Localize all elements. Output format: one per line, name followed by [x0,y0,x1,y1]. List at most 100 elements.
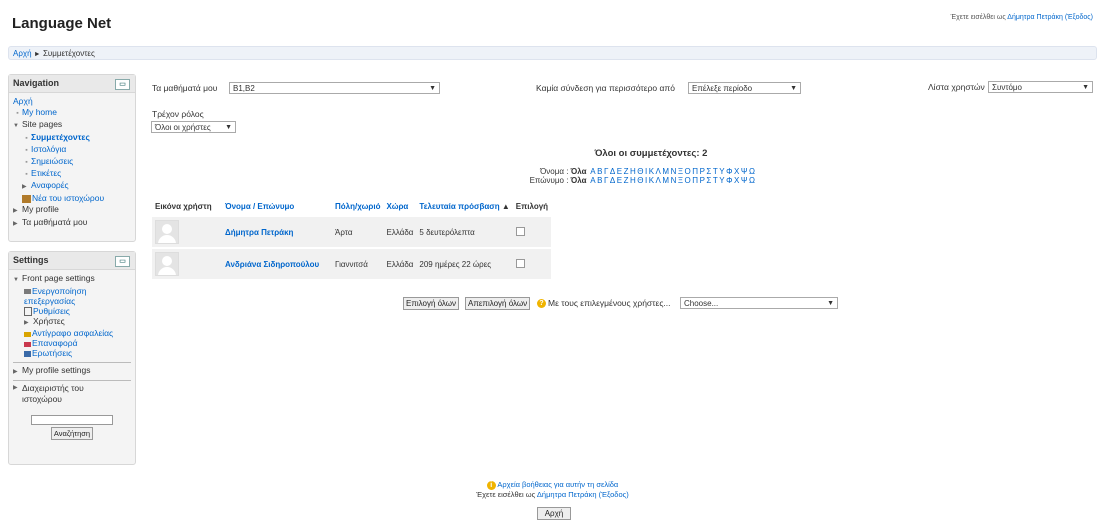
initial-letter-link[interactable]: Τ [713,176,718,185]
nav-my-home-link[interactable]: My home [22,107,57,117]
initial-letter-link[interactable]: Μ [662,167,669,176]
initial-letter-link[interactable]: Γ [604,176,608,185]
col-city[interactable]: Πόλη/χωριό [332,197,383,216]
expanded-arrow-icon[interactable]: ▼ [13,275,22,286]
nav-site-pages[interactable]: Site pages [22,119,62,129]
initial-letter-link[interactable]: Ζ [624,176,629,185]
initial-letter-link[interactable]: Ψ [741,176,748,185]
initial-letter-link[interactable]: Ν [671,176,677,185]
initial-letter-link[interactable]: Κ [649,176,654,185]
footer-logout-link[interactable]: (Έξοδος) [599,490,629,499]
nav-home-link[interactable]: Αρχή [13,96,33,106]
initial-letter-link[interactable]: Υ [719,176,724,185]
settings-link[interactable]: Ρυθμίσεις [33,306,70,316]
initial-letter-link[interactable]: Ο [685,176,691,185]
turn-editing-on-link[interactable]: Ενεργοποίηση επεξεργασίας [24,286,86,306]
help-docs-link[interactable]: Αρχεία βοήθειας για αυτήν τη σελίδα [497,480,618,489]
initial-letter-link[interactable]: Λ [656,167,661,176]
initial-letter-link[interactable]: Β [597,167,602,176]
initial-letter-link[interactable]: Α [590,176,595,185]
initial-letter-link[interactable]: Σ [706,176,711,185]
initial-letter-link[interactable]: Ξ [678,167,683,176]
questions-link[interactable]: Ερωτήσεις [32,348,72,358]
collapsed-arrow-icon[interactable]: ▶ [22,182,31,193]
nav-my-profile[interactable]: My profile [22,204,59,214]
collapsed-arrow-icon[interactable]: ▶ [13,206,22,217]
firstname-all[interactable]: Όλα [571,167,587,176]
initial-letter-link[interactable]: Α [590,167,595,176]
select-user-checkbox[interactable] [515,258,525,268]
collapsed-arrow-icon[interactable]: ▶ [24,318,33,328]
initial-letter-link[interactable]: Φ [726,167,732,176]
initial-letter-link[interactable]: Ξ [678,176,683,185]
userlist-select[interactable]: Συντόμο ▼ [988,81,1093,93]
initial-letter-link[interactable]: Λ [656,176,661,185]
bulk-action-select[interactable]: Choose... ▼ [680,297,838,309]
backup-link[interactable]: Αντίγραφο ασφαλείας [32,328,113,338]
initial-letter-link[interactable]: Δ [610,176,615,185]
initial-letter-link[interactable]: Ε [617,167,622,176]
footer-home-button[interactable]: Αρχή [537,507,571,520]
initial-letter-link[interactable]: Β [597,176,602,185]
initial-letter-link[interactable]: Ο [685,167,691,176]
nav-tags-link[interactable]: Ετικέτες [31,168,61,178]
login-user-link[interactable]: Δήμητρα Πετράκη [1007,14,1063,21]
initial-letter-link[interactable]: Ρ [700,176,705,185]
users-node[interactable]: Χρήστες [33,316,65,326]
initial-letter-link[interactable]: Κ [649,167,654,176]
avatar[interactable] [155,252,179,276]
nav-site-news-link[interactable]: Νέα του ιστοχώρου [32,193,104,203]
initial-letter-link[interactable]: Ζ [624,167,629,176]
initial-letter-link[interactable]: Τ [713,167,718,176]
inactive-period-select[interactable]: Επέλεξε περίοδο ▼ [688,82,801,94]
initial-letter-link[interactable]: Χ [734,167,739,176]
role-select[interactable]: Όλοι οι χρήστες ▼ [151,121,236,133]
restore-link[interactable]: Επαναφορά [32,338,77,348]
help-icon[interactable]: ? [537,299,546,308]
initial-letter-link[interactable]: Γ [604,167,608,176]
initial-letter-link[interactable]: Π [692,176,698,185]
avatar[interactable] [155,220,179,244]
collapsed-arrow-icon[interactable]: ▶ [13,383,22,405]
initial-letter-link[interactable]: Χ [734,176,739,185]
my-profile-settings[interactable]: My profile settings [22,365,91,375]
initial-letter-link[interactable]: Ι [645,167,647,176]
surname-all[interactable]: Όλα [571,176,587,185]
initial-letter-link[interactable]: Μ [662,176,669,185]
logout-link[interactable]: (Έξοδος) [1065,14,1093,21]
col-last-access[interactable]: Τελευταία πρόσβαση ▲ [416,197,512,216]
initial-letter-link[interactable]: Ω [749,176,755,185]
initial-letter-link[interactable]: Θ [637,167,643,176]
front-page-settings[interactable]: Front page settings [22,273,95,283]
dock-block-icon[interactable]: ▭ [115,256,130,267]
settings-search-input[interactable] [31,414,113,425]
dock-block-icon[interactable]: ▭ [115,79,130,90]
initial-letter-link[interactable]: Π [692,167,698,176]
initial-letter-link[interactable]: Ν [671,167,677,176]
user-name-link[interactable]: Δήμητρα Πετράκη [225,228,293,237]
initial-letter-link[interactable]: Ω [749,167,755,176]
initial-letter-link[interactable]: Ε [617,176,622,185]
initial-letter-link[interactable]: Η [630,167,636,176]
select-user-checkbox[interactable] [515,226,525,236]
expanded-arrow-icon[interactable]: ▼ [13,121,22,132]
collapsed-arrow-icon[interactable]: ▶ [13,219,22,230]
course-select[interactable]: B1,B2 ▼ [229,82,440,94]
user-name-link[interactable]: Ανδριάνα Σιδηροπούλου [225,260,319,269]
select-all-button[interactable]: Επιλογή όλων [403,297,460,310]
site-administration[interactable]: Διαχειριστής του ιστοχώρου [22,383,112,405]
nav-reports-link[interactable]: Αναφορές [31,180,69,190]
deselect-all-button[interactable]: Απεπιλογή όλων [465,297,531,310]
initial-letter-link[interactable]: Ψ [741,167,748,176]
footer-login-user-link[interactable]: Δήμητρα Πετράκη [537,490,597,499]
breadcrumb-home[interactable]: Αρχή [13,49,32,58]
settings-search-button[interactable]: Αναζήτηση [50,426,94,440]
initial-letter-link[interactable]: Ι [645,176,647,185]
initial-letter-link[interactable]: Η [630,176,636,185]
collapsed-arrow-icon[interactable]: ▶ [13,367,22,378]
nav-participants-link[interactable]: Συμμετέχοντες [31,132,90,142]
nav-notes-link[interactable]: Σημειώσεις [31,156,73,166]
col-name[interactable]: Όνομα / Επώνυμο [222,197,332,216]
initial-letter-link[interactable]: Ρ [700,167,705,176]
initial-letter-link[interactable]: Θ [637,176,643,185]
